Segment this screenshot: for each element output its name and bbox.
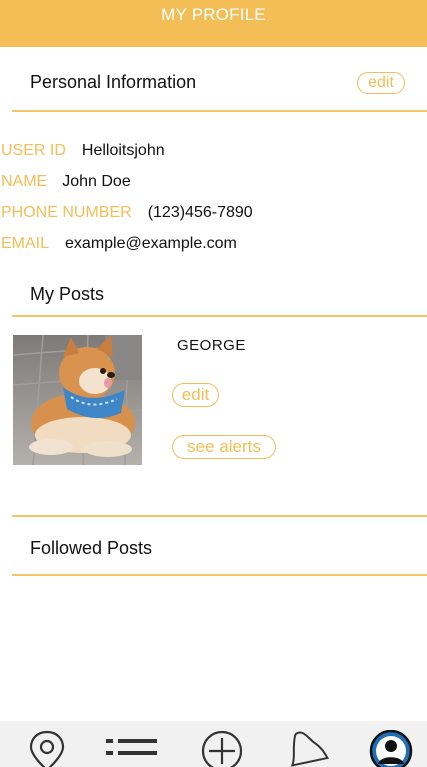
email-value: example@example.com — [65, 235, 237, 252]
user-id-row: USER ID Helloitsjohn — [1, 141, 165, 161]
see-alerts-button[interactable]: see alerts — [172, 435, 276, 459]
bell-icon — [290, 731, 330, 767]
phone-value: (123)456-7890 — [147, 204, 253, 221]
divider — [12, 574, 427, 576]
bottom-tab-bar — [0, 721, 427, 767]
phone-row: PHONE NUMBER (123)456-7890 — [1, 203, 253, 223]
page-title: MY PROFILE — [161, 5, 266, 24]
followed-posts-heading: Followed Posts — [30, 538, 153, 558]
header-bar: MY PROFILE — [0, 0, 427, 47]
location-pin-icon — [29, 730, 65, 767]
divider — [12, 315, 427, 317]
name-row: NAME John Doe — [1, 172, 131, 192]
email-row: EMAIL example@example.com — [1, 234, 237, 254]
divider — [12, 515, 427, 517]
tab-profile[interactable] — [368, 721, 418, 767]
post-name: GEORGE — [177, 337, 246, 354]
personal-information-heading: Personal Information — [30, 72, 197, 92]
profile-icon — [369, 730, 413, 767]
edit-post-button[interactable]: edit — [172, 383, 219, 407]
edit-personal-info-button[interactable]: edit — [357, 72, 405, 94]
dog-photo-image — [13, 335, 142, 465]
tab-alerts[interactable] — [285, 721, 335, 767]
add-circle-icon — [201, 730, 243, 767]
phone-label: PHONE NUMBER — [1, 204, 132, 221]
email-label: EMAIL — [1, 235, 50, 252]
tab-add[interactable] — [199, 721, 249, 767]
divider — [12, 110, 427, 112]
my-posts-heading: My Posts — [30, 284, 105, 304]
post-photo[interactable] — [13, 335, 142, 465]
name-label: NAME — [1, 173, 48, 190]
list-icon — [106, 739, 157, 755]
user-id-value: Helloitsjohn — [81, 142, 165, 159]
tab-list[interactable] — [106, 721, 158, 767]
tab-map[interactable] — [22, 721, 72, 767]
name-value: John Doe — [62, 173, 131, 190]
user-id-label: USER ID — [1, 142, 66, 159]
